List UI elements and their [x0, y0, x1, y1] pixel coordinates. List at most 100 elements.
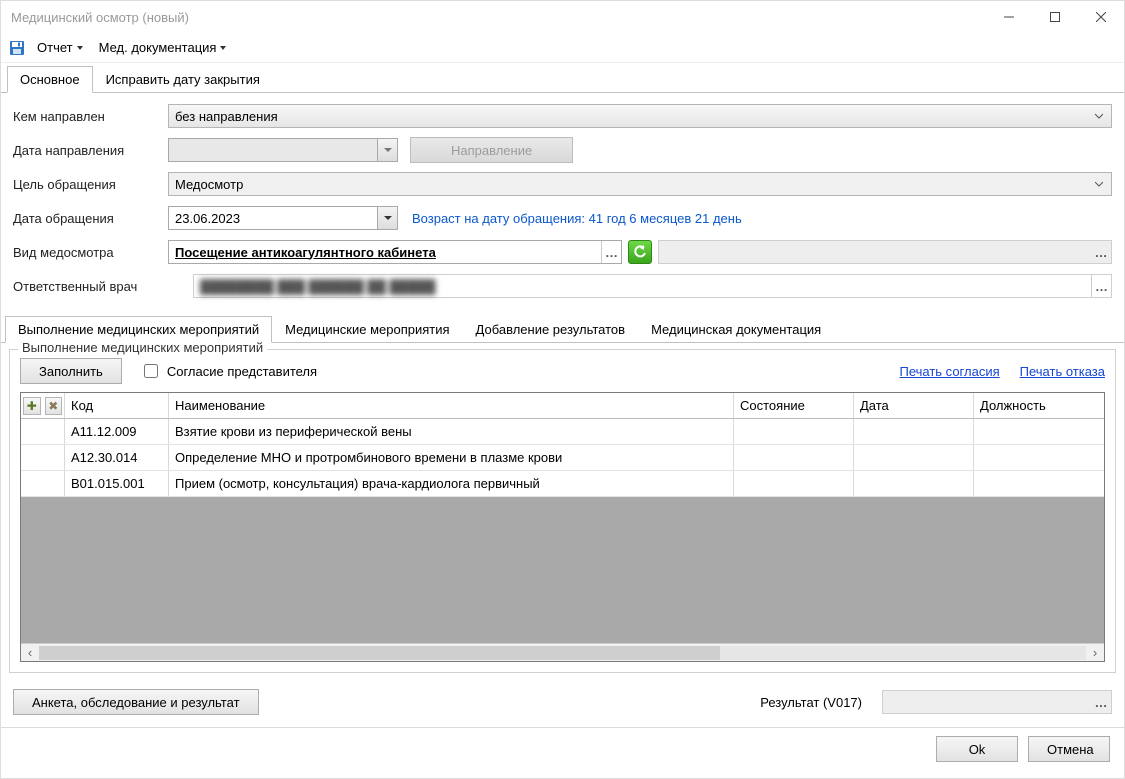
cell-state: [734, 471, 854, 496]
label-doctor: Ответственный врач: [13, 279, 193, 294]
table-row[interactable]: A11.12.009 Взятие крови из периферическо…: [21, 419, 1104, 445]
consent-checkbox[interactable]: Согласие представителя: [140, 361, 317, 381]
cell-name: Взятие крови из периферической вены: [169, 419, 734, 444]
maximize-button[interactable]: [1032, 1, 1078, 33]
minimize-icon: [1004, 12, 1014, 22]
cell-role: [974, 445, 1104, 470]
row-selector[interactable]: [21, 471, 65, 496]
save-button[interactable]: [9, 40, 25, 56]
link-print-consent[interactable]: Печать согласия: [899, 364, 999, 379]
main-tabbar: Основное Исправить дату закрытия: [1, 65, 1124, 93]
subtab-med-docs[interactable]: Медицинская документация: [638, 316, 834, 343]
survey-button[interactable]: Анкета, обследование и результат: [13, 689, 259, 715]
age-hint: Возраст на дату обращения: 41 год 6 меся…: [412, 211, 742, 226]
input-doctor[interactable]: ████████ ███ ██████ ██ █████ …: [193, 274, 1112, 298]
chevron-down-icon: [1091, 176, 1107, 192]
close-icon: [1096, 12, 1106, 22]
grid-header-controls: ✚ ✖: [21, 393, 65, 418]
input-referral-date[interactable]: [168, 138, 398, 162]
input-doctor-value: ████████ ███ ██████ ██ █████: [200, 279, 436, 294]
consent-checkbox-input[interactable]: [144, 364, 158, 378]
label-referred-by: Кем направлен: [13, 109, 168, 124]
result-input[interactable]: …: [882, 690, 1112, 714]
cell-date: [854, 419, 974, 444]
grid-header-state[interactable]: Состояние: [734, 393, 854, 418]
grid-header-role[interactable]: Должность: [974, 393, 1104, 418]
calendar-dropdown-icon[interactable]: [377, 207, 397, 229]
ok-button[interactable]: Ok: [936, 736, 1018, 762]
row-selector[interactable]: [21, 445, 65, 470]
cell-date: [854, 471, 974, 496]
grid-header-code[interactable]: Код: [65, 393, 169, 418]
tab-fix-close-date[interactable]: Исправить дату закрытия: [93, 66, 273, 93]
cell-name: Определение МНО и протромбинового времен…: [169, 445, 734, 470]
scroll-left-icon[interactable]: ‹: [21, 645, 39, 660]
cell-role: [974, 471, 1104, 496]
combo-purpose[interactable]: Медосмотр: [168, 172, 1112, 196]
ellipsis-icon[interactable]: …: [601, 241, 621, 263]
chevron-down-icon: [1091, 108, 1107, 124]
ellipsis-icon[interactable]: …: [1091, 275, 1111, 297]
grid-header-date[interactable]: Дата: [854, 393, 974, 418]
combo-referred-by[interactable]: без направления: [168, 104, 1112, 128]
ellipsis-icon[interactable]: …: [1091, 691, 1111, 713]
combo-purpose-value: Медосмотр: [175, 177, 243, 192]
grid-body: A11.12.009 Взятие крови из периферическо…: [21, 419, 1104, 643]
input-visit-date[interactable]: 23.06.2023: [168, 206, 398, 230]
refresh-icon: [633, 245, 647, 259]
cell-state: [734, 419, 854, 444]
tab-main[interactable]: Основное: [7, 66, 93, 93]
label-referral-date: Дата направления: [13, 143, 168, 158]
window-controls: [986, 1, 1124, 33]
menu-meddoc[interactable]: Мед. документация: [95, 38, 231, 57]
toolbar: Отчет Мед. документация: [1, 33, 1124, 63]
cell-code: B01.015.001: [65, 471, 169, 496]
scroll-thumb[interactable]: [39, 646, 720, 660]
grid-header-name[interactable]: Наименование: [169, 393, 734, 418]
calendar-dropdown-icon: [377, 139, 397, 161]
refresh-button[interactable]: [628, 240, 652, 264]
menu-meddoc-label: Мед. документация: [99, 40, 217, 55]
label-purpose: Цель обращения: [13, 177, 168, 192]
subtab-activities[interactable]: Медицинские мероприятия: [272, 316, 462, 343]
combo-referred-by-value: без направления: [175, 109, 278, 124]
group-execution: Выполнение медицинских мероприятий Запол…: [9, 349, 1116, 673]
bottom-bar: Анкета, обследование и результат Результ…: [1, 683, 1124, 727]
add-row-button[interactable]: ✚: [23, 397, 41, 415]
table-row[interactable]: B01.015.001 Прием (осмотр, консультация)…: [21, 471, 1104, 497]
horizontal-scrollbar[interactable]: ‹ ›: [21, 643, 1104, 661]
form-area: Кем направлен без направления Дата напра…: [1, 93, 1124, 315]
maximize-icon: [1050, 12, 1060, 22]
button-referral[interactable]: Направление: [410, 137, 573, 163]
subtab-execution[interactable]: Выполнение медицинских мероприятий: [5, 316, 272, 343]
close-button[interactable]: [1078, 1, 1124, 33]
activities-grid: ✚ ✖ Код Наименование Состояние Дата Долж…: [20, 392, 1105, 662]
exam-type-readonly: …: [658, 240, 1112, 264]
chevron-down-icon: [77, 46, 83, 50]
titlebar: Медицинский осмотр (новый): [1, 1, 1124, 33]
consent-checkbox-label: Согласие представителя: [167, 364, 317, 379]
window: Медицинский осмотр (новый) Отчет: [0, 0, 1125, 779]
subtab-add-results[interactable]: Добавление результатов: [463, 316, 639, 343]
window-title: Медицинский осмотр (новый): [11, 10, 189, 25]
input-exam-type[interactable]: Посещение антикоагулянтного кабинета …: [168, 240, 622, 264]
menu-report-label: Отчет: [37, 40, 73, 55]
row-selector[interactable]: [21, 419, 65, 444]
cancel-button[interactable]: Отмена: [1028, 736, 1110, 762]
cell-date: [854, 445, 974, 470]
input-visit-date-value: 23.06.2023: [169, 211, 246, 226]
fill-button[interactable]: Заполнить: [20, 358, 122, 384]
table-row[interactable]: A12.30.014 Определение МНО и протромбино…: [21, 445, 1104, 471]
link-print-refusal[interactable]: Печать отказа: [1020, 364, 1105, 379]
chevron-down-icon: [220, 46, 226, 50]
scroll-right-icon[interactable]: ›: [1086, 645, 1104, 660]
scroll-track[interactable]: [39, 646, 1086, 660]
menu-report[interactable]: Отчет: [33, 38, 87, 57]
delete-row-button[interactable]: ✖: [45, 397, 63, 415]
ellipsis-icon[interactable]: …: [1091, 241, 1111, 263]
cell-code: A12.30.014: [65, 445, 169, 470]
label-visit-date: Дата обращения: [13, 211, 168, 226]
grid-header: ✚ ✖ Код Наименование Состояние Дата Долж…: [21, 393, 1104, 419]
cell-code: A11.12.009: [65, 419, 169, 444]
minimize-button[interactable]: [986, 1, 1032, 33]
